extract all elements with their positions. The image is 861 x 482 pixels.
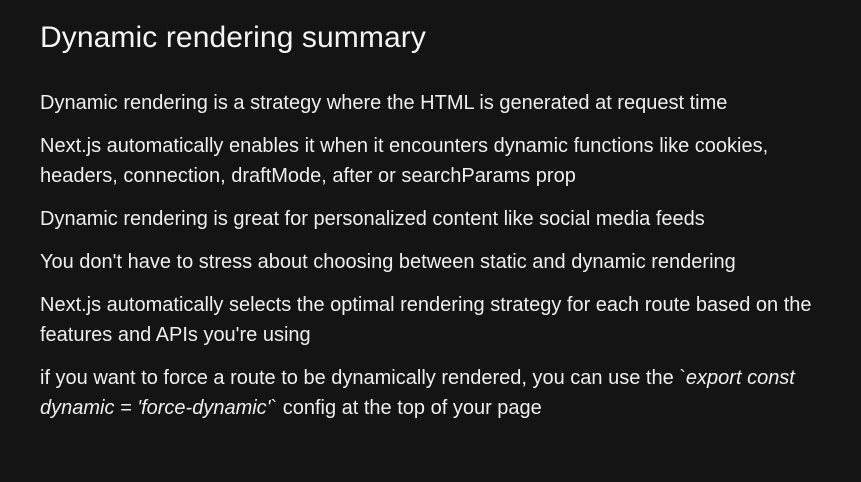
bullet-item: Next.js automatically selects the optima… xyxy=(40,294,812,346)
slide-title: Dynamic rendering summary xyxy=(40,21,426,54)
bullet-item: You don't have to stress about choosing … xyxy=(40,251,736,273)
bullet-item: Next.js automatically enables it when it… xyxy=(40,135,769,187)
bullet-item: Dynamic rendering is great for personali… xyxy=(40,208,705,230)
bullet-text-prefix: if you want to force a route to be dynam… xyxy=(40,367,686,389)
bullet-list: Dynamic rendering is a strategy where th… xyxy=(40,88,841,423)
slide: Dynamic rendering summary Dynamic render… xyxy=(0,0,861,482)
bullet-item-force-dynamic: if you want to force a route to be dynam… xyxy=(40,363,841,423)
bullet-text-suffix: ` config at the top of your page xyxy=(270,397,542,419)
bullet-item: Dynamic rendering is a strategy where th… xyxy=(40,92,728,114)
